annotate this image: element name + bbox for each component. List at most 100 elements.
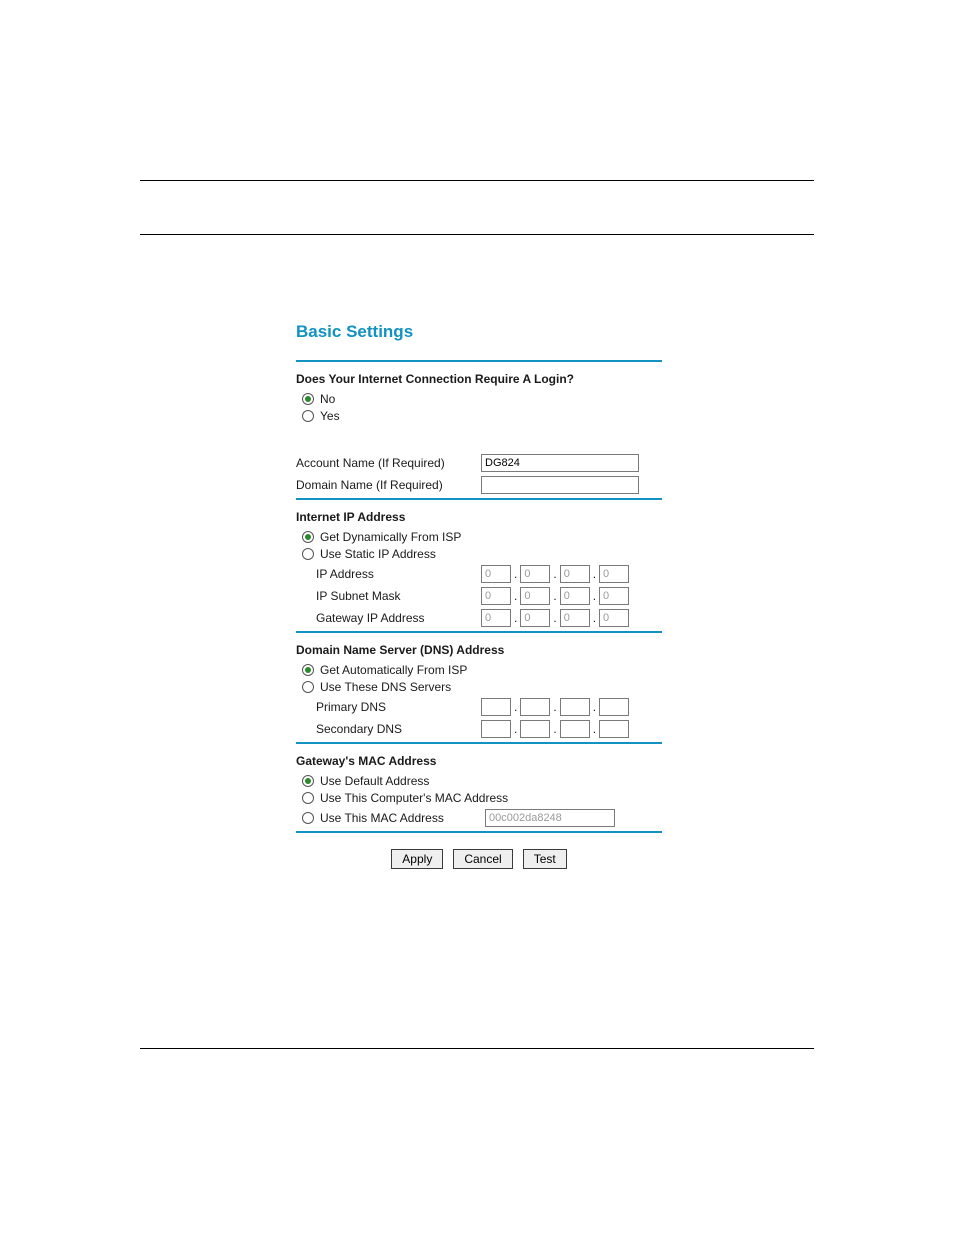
ip-octet[interactable] <box>481 587 511 605</box>
page-title: Basic Settings <box>296 322 662 342</box>
dot: . <box>593 722 596 736</box>
section-rule <box>296 360 662 362</box>
ip-address-row: IP Address . . . <box>296 565 662 583</box>
mac-address-input[interactable] <box>485 809 615 827</box>
cancel-button[interactable]: Cancel <box>453 849 512 869</box>
mac-computer-radio[interactable]: Use This Computer's MAC Address <box>302 791 662 805</box>
ip-octet[interactable] <box>520 698 550 716</box>
page: Basic Settings Does Your Internet Connec… <box>0 0 954 1235</box>
account-name-label: Account Name (If Required) <box>296 456 481 470</box>
radio-icon <box>302 775 314 787</box>
ip-octet[interactable] <box>481 698 511 716</box>
ip-octet[interactable] <box>560 587 590 605</box>
mac-heading: Gateway's MAC Address <box>296 754 662 768</box>
dot: . <box>593 589 596 603</box>
dot: . <box>514 611 517 625</box>
dot: . <box>553 611 556 625</box>
radio-icon <box>302 393 314 405</box>
dns-use-these-label: Use These DNS Servers <box>320 680 451 694</box>
gateway-ip-row: Gateway IP Address . . . <box>296 609 662 627</box>
section-rule <box>296 631 662 633</box>
ip-octet[interactable] <box>599 609 629 627</box>
mac-this-radio[interactable] <box>302 812 314 824</box>
radio-icon <box>302 410 314 422</box>
ip-octet[interactable] <box>481 609 511 627</box>
domain-name-label: Domain Name (If Required) <box>296 478 481 492</box>
ip-octet[interactable] <box>560 565 590 583</box>
primary-dns-group: . . . <box>481 698 629 716</box>
subnet-mask-row: IP Subnet Mask . . . <box>296 587 662 605</box>
dns-auto-label: Get Automatically From ISP <box>320 663 467 677</box>
apply-button[interactable]: Apply <box>391 849 443 869</box>
secondary-dns-row: Secondary DNS . . . <box>296 720 662 738</box>
spacer <box>296 426 662 450</box>
dot: . <box>593 567 596 581</box>
dns-auto-radio[interactable]: Get Automatically From ISP <box>302 663 662 677</box>
ip-address-group: . . . <box>481 565 629 583</box>
ip-octet[interactable] <box>520 587 550 605</box>
login-yes-radio[interactable]: Yes <box>302 409 662 423</box>
subnet-mask-group: . . . <box>481 587 629 605</box>
radio-icon <box>302 531 314 543</box>
page-rule-2 <box>140 234 814 235</box>
ip-octet[interactable] <box>560 720 590 738</box>
mac-default-radio[interactable]: Use Default Address <box>302 774 662 788</box>
ip-octet[interactable] <box>560 609 590 627</box>
dot: . <box>553 589 556 603</box>
ip-octet[interactable] <box>481 720 511 738</box>
radio-icon <box>302 792 314 804</box>
mac-computer-label: Use This Computer's MAC Address <box>320 791 508 805</box>
mac-this-label: Use This MAC Address <box>320 811 485 825</box>
dot: . <box>553 700 556 714</box>
primary-dns-row: Primary DNS . . . <box>296 698 662 716</box>
dot: . <box>514 722 517 736</box>
dot: . <box>593 611 596 625</box>
radio-icon <box>302 548 314 560</box>
domain-name-input[interactable] <box>481 476 639 494</box>
login-no-label: No <box>320 392 335 406</box>
ip-octet[interactable] <box>599 720 629 738</box>
ip-octet[interactable] <box>599 698 629 716</box>
login-yes-label: Yes <box>320 409 340 423</box>
ip-dynamic-radio[interactable]: Get Dynamically From ISP <box>302 530 662 544</box>
dot: . <box>514 567 517 581</box>
section-rule <box>296 498 662 500</box>
account-name-row: Account Name (If Required) <box>296 454 662 472</box>
ip-octet[interactable] <box>481 565 511 583</box>
radio-icon <box>302 681 314 693</box>
account-name-input[interactable] <box>481 454 639 472</box>
ip-static-radio[interactable]: Use Static IP Address <box>302 547 662 561</box>
ip-octet[interactable] <box>520 720 550 738</box>
ip-octet[interactable] <box>560 698 590 716</box>
dot: . <box>514 700 517 714</box>
secondary-dns-label: Secondary DNS <box>296 722 481 736</box>
gateway-ip-group: . . . <box>481 609 629 627</box>
dot: . <box>553 567 556 581</box>
subnet-mask-label: IP Subnet Mask <box>296 589 481 603</box>
login-no-radio[interactable]: No <box>302 392 662 406</box>
dns-heading: Domain Name Server (DNS) Address <box>296 643 662 657</box>
domain-name-row: Domain Name (If Required) <box>296 476 662 494</box>
page-rule-3 <box>140 1048 814 1049</box>
ip-octet[interactable] <box>520 565 550 583</box>
internet-ip-heading: Internet IP Address <box>296 510 662 524</box>
basic-settings-panel: Basic Settings Does Your Internet Connec… <box>296 322 662 869</box>
secondary-dns-group: . . . <box>481 720 629 738</box>
ip-address-label: IP Address <box>296 567 481 581</box>
test-button[interactable]: Test <box>523 849 567 869</box>
dot: . <box>514 589 517 603</box>
ip-octet[interactable] <box>520 609 550 627</box>
page-rule-1 <box>140 180 814 181</box>
ip-octet[interactable] <box>599 565 629 583</box>
section-rule <box>296 831 662 833</box>
dns-use-these-radio[interactable]: Use These DNS Servers <box>302 680 662 694</box>
button-row: Apply Cancel Test <box>296 849 662 869</box>
gateway-ip-label: Gateway IP Address <box>296 611 481 625</box>
login-question: Does Your Internet Connection Require A … <box>296 372 662 386</box>
mac-default-label: Use Default Address <box>320 774 429 788</box>
ip-octet[interactable] <box>599 587 629 605</box>
mac-this-row: Use This MAC Address <box>302 809 662 827</box>
radio-icon <box>302 664 314 676</box>
section-rule <box>296 742 662 744</box>
dot: . <box>593 700 596 714</box>
